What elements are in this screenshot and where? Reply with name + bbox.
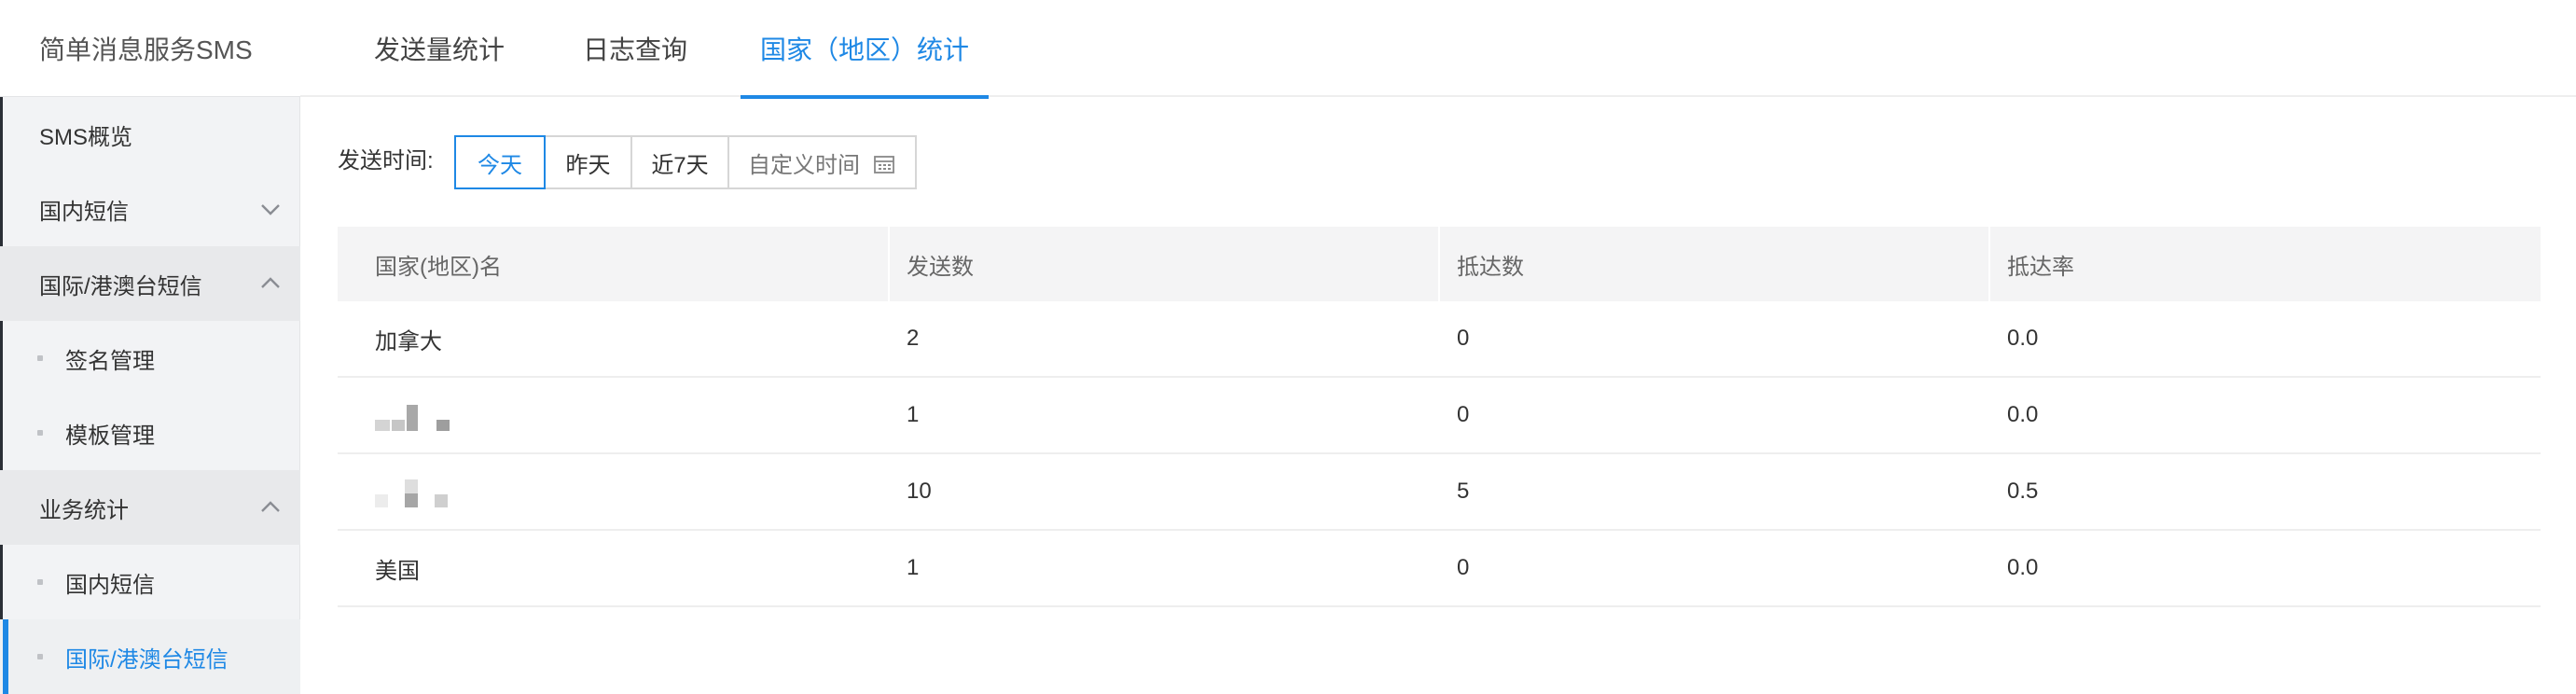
sidebar-item-label: 模板管理	[65, 423, 155, 449]
table-row: 10 5 0.5	[338, 454, 2541, 531]
cell-sent: 1	[907, 555, 920, 580]
filter-last7days-button[interactable]: 近7天	[630, 135, 729, 189]
cell-arrived: 5	[1457, 479, 1470, 504]
cell-arrived: 0	[1457, 555, 1470, 580]
tab-active-underline	[741, 95, 989, 99]
table-row: 美国 1 0 0.0	[338, 531, 2541, 607]
bullet-icon	[37, 355, 43, 361]
sidebar-item-label: 签名管理	[65, 348, 155, 374]
send-time-label: 发送时间:	[338, 148, 434, 174]
sidebar-item-intl-sms[interactable]: 国际/港澳台短信	[0, 246, 300, 321]
filter-today-button[interactable]: 今天	[454, 135, 546, 189]
column-divider	[1988, 227, 1990, 301]
cell-sent: 2	[907, 326, 920, 351]
tab-label: 发送量统计	[373, 35, 505, 64]
sidebar: 简单消息服务SMS SMS概览 国内短信 国际/港澳台短信 签名管理 模板管理 …	[0, 0, 300, 694]
cell-arrived: 0	[1457, 326, 1470, 351]
sidebar-item-sms-overview[interactable]: SMS概览	[0, 97, 300, 172]
sidebar-item-signature-management[interactable]: 签名管理	[0, 321, 300, 396]
cell-arrived: 0	[1457, 402, 1470, 427]
sidebar-item-business-stats[interactable]: 业务统计	[0, 470, 300, 545]
table-row: 1 0 0.0	[338, 378, 2541, 454]
tab-bar: 发送量统计 日志查询 国家（地区）统计	[300, 0, 2576, 99]
bullet-icon	[37, 579, 43, 585]
filter-option-label: 近7天	[651, 152, 709, 178]
redacted-mosaic	[375, 476, 448, 507]
sidebar-item-template-management[interactable]: 模板管理	[0, 396, 300, 470]
cell-sent: 1	[907, 402, 920, 427]
tab-label: 日志查询	[582, 35, 687, 64]
chevron-up-icon	[259, 496, 282, 519]
calendar-icon	[874, 154, 894, 174]
tab-country-stats[interactable]: 国家（地区）统计	[741, 0, 989, 99]
tab-label: 国家（地区）统计	[759, 35, 969, 64]
filter-option-label: 今天	[478, 152, 522, 178]
sidebar-item-label: SMS概览	[39, 124, 133, 150]
filter-custom-time-picker[interactable]: 自定义时间	[727, 135, 917, 189]
cell-country-redacted	[375, 378, 450, 452]
cell-sent: 10	[907, 479, 932, 504]
cell-country: 加拿大	[375, 328, 442, 354]
bullet-icon	[37, 654, 43, 659]
bullet-icon	[37, 430, 43, 436]
table-header: 国家(地区)名 发送数 抵达数 抵达率	[338, 227, 2541, 301]
sidebar-item-stats-intl[interactable]: 国际/港澳台短信	[0, 619, 300, 694]
sidebar-item-stats-domestic[interactable]: 国内短信	[0, 545, 300, 619]
redacted-mosaic	[375, 399, 450, 431]
column-header-arrived: 抵达数	[1457, 254, 1524, 280]
cell-rate: 0.0	[2007, 555, 2039, 580]
cell-country: 美国	[375, 558, 420, 584]
sidebar-item-label: 国际/港澳台短信	[39, 273, 202, 299]
cell-rate: 0.0	[2007, 402, 2039, 427]
sidebar-item-label: 国内短信	[65, 572, 155, 598]
app-title: 简单消息服务SMS	[0, 0, 300, 97]
sidebar-item-domestic-sms[interactable]: 国内短信	[0, 172, 300, 246]
filter-option-label: 昨天	[565, 152, 611, 178]
sidebar-item-label: 业务统计	[39, 497, 129, 523]
chevron-up-icon	[259, 272, 282, 295]
column-divider	[1438, 227, 1440, 301]
cell-rate: 0.5	[2007, 479, 2039, 504]
table-row: 加拿大 2 0 0.0	[338, 301, 2541, 378]
cell-country-redacted	[375, 454, 448, 529]
chevron-down-icon	[259, 198, 282, 220]
active-indicator	[3, 619, 8, 694]
sidebar-item-label: 国内短信	[39, 199, 129, 225]
column-header-sent: 发送数	[907, 254, 974, 280]
column-header-country: 国家(地区)名	[375, 254, 502, 280]
cell-rate: 0.0	[2007, 326, 2039, 351]
sidebar-item-label: 国际/港澳台短信	[65, 646, 229, 673]
tab-log-query[interactable]: 日志查询	[560, 0, 711, 97]
column-header-rate: 抵达率	[2007, 254, 2074, 280]
filter-option-label: 自定义时间	[748, 152, 860, 178]
filter-yesterday-button[interactable]: 昨天	[544, 135, 632, 189]
tab-send-volume[interactable]: 发送量统计	[338, 0, 541, 97]
column-divider	[888, 227, 890, 301]
